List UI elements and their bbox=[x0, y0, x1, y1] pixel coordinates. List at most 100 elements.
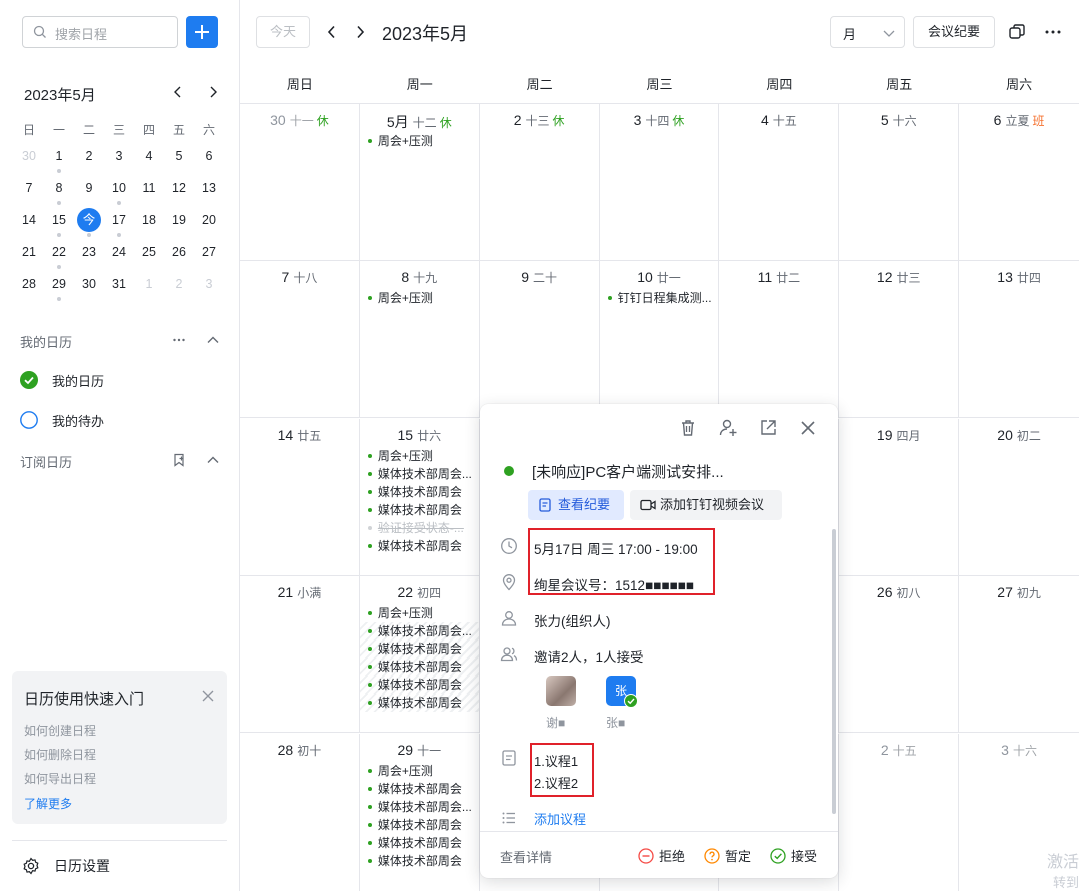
trash-icon[interactable] bbox=[678, 418, 698, 438]
calendar-item-my-todo[interactable]: 我的待办 bbox=[20, 409, 104, 431]
mini-day[interactable]: 6 bbox=[194, 144, 224, 176]
scrollbar[interactable] bbox=[832, 529, 836, 814]
day-cell[interactable]: 11 廿二 bbox=[719, 261, 840, 417]
chevron-left-icon[interactable] bbox=[324, 24, 340, 40]
day-cell[interactable]: 12 廿三 bbox=[839, 261, 960, 417]
today-button[interactable]: 今天 bbox=[256, 16, 310, 48]
day-cell[interactable]: 8 十九 周会+压测 bbox=[360, 261, 480, 417]
mini-day[interactable]: 19 bbox=[164, 208, 194, 240]
event-item[interactable]: 周会+压测 bbox=[360, 447, 479, 465]
quick-start-link[interactable]: 如何删除日程 bbox=[24, 746, 96, 763]
event-item[interactable]: 周会+压测 bbox=[360, 604, 479, 622]
chevron-left-icon[interactable] bbox=[170, 84, 186, 100]
day-cell[interactable]: 22 初四 周会+压测 媒体技术部周会... 媒体技术部周会 媒体技术部周会 媒体技术部周会… bbox=[359, 576, 480, 732]
event-item[interactable]: 媒体技术部周会 bbox=[360, 852, 479, 870]
day-cell[interactable]: 9 二十 bbox=[480, 261, 600, 417]
mini-day[interactable]: 23 bbox=[74, 240, 104, 272]
mini-day[interactable]: 20 bbox=[194, 208, 224, 240]
event-item[interactable]: 媒体技术部周会 bbox=[360, 501, 479, 519]
add-person-icon[interactable] bbox=[718, 418, 738, 438]
day-cell[interactable]: 2 十五 bbox=[839, 734, 960, 891]
view-minutes-button[interactable]: 查看纪要 bbox=[528, 490, 624, 520]
mini-day[interactable]: 17 bbox=[104, 208, 134, 240]
add-video-meeting-button[interactable]: 添加钉钉视频会议 bbox=[630, 490, 782, 520]
event-item[interactable]: 验证接受状态-... bbox=[360, 519, 479, 537]
mini-day[interactable]: 30 bbox=[74, 272, 104, 304]
day-cell[interactable]: 5月 十二休周会+压测 bbox=[360, 104, 480, 260]
mini-day[interactable]: 8 bbox=[44, 176, 74, 208]
event-item[interactable]: 媒体技术部周会 bbox=[360, 537, 479, 555]
mini-day[interactable]: 11 bbox=[134, 176, 164, 208]
mini-day[interactable]: 1 bbox=[44, 144, 74, 176]
event-item[interactable]: 媒体技术部周会 bbox=[359, 694, 479, 712]
day-cell[interactable]: 26 初八 bbox=[839, 576, 960, 732]
day-cell[interactable]: 10 廿一 钉钉日程集成测... bbox=[600, 261, 720, 417]
more-icon[interactable] bbox=[1044, 23, 1062, 41]
day-cell[interactable]: 2 十三休 bbox=[480, 104, 600, 260]
mini-day[interactable]: 26 bbox=[164, 240, 194, 272]
day-cell[interactable]: 5 十六 bbox=[839, 104, 960, 260]
mini-day[interactable]: 21 bbox=[14, 240, 44, 272]
mini-day[interactable]: 15 bbox=[44, 208, 74, 240]
mini-day[interactable]: 3 bbox=[104, 144, 134, 176]
day-cell[interactable]: 6 立夏班 bbox=[959, 104, 1079, 260]
mini-day[interactable]: 7 bbox=[14, 176, 44, 208]
event-item[interactable]: 周会+压测 bbox=[360, 132, 479, 150]
event-item[interactable]: 媒体技术部周会 bbox=[360, 780, 479, 798]
mini-day[interactable]: 18 bbox=[134, 208, 164, 240]
event-item[interactable]: 媒体技术部周会 bbox=[360, 834, 479, 852]
mini-day[interactable]: 30 bbox=[14, 144, 44, 176]
event-item[interactable]: 媒体技术部周会 bbox=[360, 816, 479, 834]
mini-day[interactable]: 27 bbox=[194, 240, 224, 272]
day-cell[interactable]: 14 廿五 bbox=[240, 419, 360, 575]
mini-day[interactable]: 2 bbox=[74, 144, 104, 176]
quick-start-link[interactable]: 如何创建日程 bbox=[24, 722, 96, 739]
mini-day[interactable]: 9 bbox=[74, 176, 104, 208]
add-agenda-link[interactable]: 添加议程 bbox=[534, 809, 586, 828]
view-details-link[interactable]: 查看详情 bbox=[500, 847, 552, 866]
mini-day[interactable]: 14 bbox=[14, 208, 44, 240]
chevron-right-icon[interactable] bbox=[352, 24, 368, 40]
chevron-up-icon[interactable] bbox=[206, 333, 220, 347]
search-input[interactable]: 搜索日程 bbox=[22, 16, 178, 48]
event-item[interactable]: 媒体技术部周会... bbox=[359, 622, 479, 640]
mini-day[interactable]: 22 bbox=[44, 240, 74, 272]
event-item[interactable]: 钉钉日程集成测... bbox=[600, 289, 719, 307]
event-item[interactable]: 周会+压测 bbox=[360, 762, 479, 780]
calendar-settings-button[interactable]: 日历设置 bbox=[22, 856, 110, 876]
chevron-right-icon[interactable] bbox=[205, 84, 221, 100]
event-item[interactable]: 媒体技术部周会 bbox=[359, 658, 479, 676]
multi-window-icon[interactable] bbox=[1008, 23, 1026, 41]
decline-button[interactable]: 拒绝 bbox=[638, 846, 685, 865]
accept-button[interactable]: 接受 bbox=[770, 846, 817, 865]
day-cell[interactable]: 30 十一休 bbox=[240, 104, 360, 260]
mini-day[interactable]: 1 bbox=[134, 272, 164, 304]
mini-day[interactable]: 4 bbox=[134, 144, 164, 176]
learn-more-link[interactable]: 了解更多 bbox=[24, 795, 72, 812]
mini-day[interactable]: 25 bbox=[134, 240, 164, 272]
mini-day[interactable]: 29 bbox=[44, 272, 74, 304]
day-cell[interactable]: 13 廿四 bbox=[959, 261, 1079, 417]
mini-day[interactable]: 31 bbox=[104, 272, 134, 304]
day-cell[interactable]: 21 小满 bbox=[240, 576, 360, 732]
mini-day[interactable]: 2 bbox=[164, 272, 194, 304]
event-item[interactable]: 媒体技术部周会 bbox=[360, 483, 479, 501]
add-event-button[interactable] bbox=[186, 16, 218, 48]
subscribe-icon[interactable] bbox=[172, 453, 186, 467]
day-cell[interactable]: 15 廿六 周会+压测 媒体技术部周会... 媒体技术部周会 媒体技术部周会 验证接受状态-… bbox=[360, 419, 480, 575]
more-icon[interactable] bbox=[172, 333, 186, 347]
close-icon[interactable] bbox=[202, 690, 214, 702]
mini-day[interactable]: 24 bbox=[104, 240, 134, 272]
event-item[interactable]: 周会+压测 bbox=[360, 289, 479, 307]
day-cell[interactable]: 29 十一 周会+压测 媒体技术部周会 媒体技术部周会... 媒体技术部周会 媒体技术部周会… bbox=[360, 734, 480, 891]
mini-day[interactable]: 3 bbox=[194, 272, 224, 304]
mini-day[interactable]: 28 bbox=[14, 272, 44, 304]
day-cell[interactable]: 27 初九 bbox=[959, 576, 1079, 732]
mini-day[interactable]: 5 bbox=[164, 144, 194, 176]
close-icon[interactable] bbox=[798, 418, 818, 438]
avatar[interactable] bbox=[546, 676, 576, 706]
day-cell[interactable]: 4 十五 bbox=[719, 104, 840, 260]
tentative-button[interactable]: 暂定 bbox=[704, 846, 751, 865]
day-cell[interactable]: 3 十四休 bbox=[600, 104, 720, 260]
checked-circle-icon[interactable] bbox=[20, 371, 38, 389]
